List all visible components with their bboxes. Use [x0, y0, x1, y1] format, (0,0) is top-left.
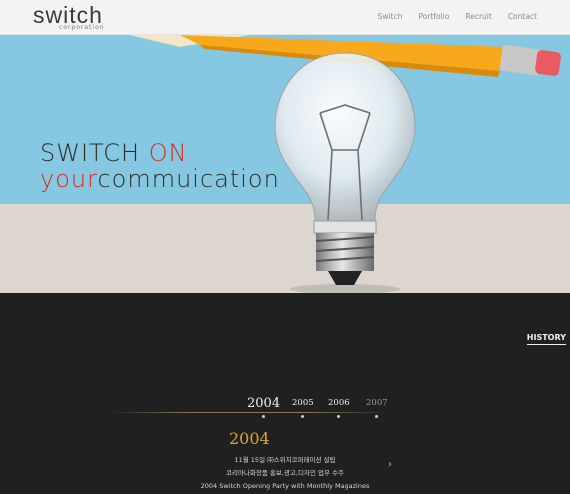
- year-label: 2006: [328, 398, 350, 408]
- nav-item-portfolio[interactable]: Portfolio: [418, 12, 449, 21]
- history-events: 11월 15일 ㈜스위치코퍼레이션 설립 코리아나화장품 홍보,광고,디자인 업…: [0, 454, 570, 493]
- timeline-year-2004[interactable]: 2004: [247, 396, 281, 418]
- tagline-communication: commuication: [97, 165, 280, 193]
- tagline-switch: SWITCH: [40, 139, 149, 167]
- timeline-dot: [262, 415, 266, 418]
- timeline-dot: [375, 415, 379, 418]
- nav-item-contact[interactable]: Contact: [508, 12, 537, 21]
- hero-banner: SWITCH ON yourcommuication: [0, 35, 570, 293]
- nav-item-switch[interactable]: Switch: [378, 12, 403, 21]
- site-header: switch corporation Switch Portfolio Recr…: [0, 0, 570, 35]
- main-nav: Switch Portfolio Recruit Contact: [378, 12, 537, 21]
- timeline-line: [108, 412, 390, 413]
- year-label: 2005: [292, 398, 314, 408]
- tagline-your: your: [40, 165, 98, 193]
- tagline-on: ON: [148, 139, 188, 167]
- history-label: HISTORY: [526, 333, 566, 345]
- history-section: HISTORY 2004 2005 2006 2007 2004 11월 15일…: [0, 293, 570, 494]
- nav-item-recruit[interactable]: Recruit: [465, 12, 491, 21]
- lightbulb-image: [274, 52, 416, 293]
- selected-year: 2004: [229, 429, 270, 448]
- timeline-year-2006[interactable]: 2006: [328, 398, 350, 418]
- event-item: 2004 Switch Opening Party with Monthly M…: [200, 482, 370, 490]
- event-item: 코리아나화장품 홍보,광고,디자인 업무 수주: [226, 469, 344, 477]
- tagline-line-2: yourcommuication: [40, 166, 280, 192]
- tagline-line-1: SWITCH ON: [40, 140, 280, 166]
- next-arrow-icon[interactable]: ›: [388, 459, 392, 470]
- logo-subtext: corporation: [59, 24, 105, 31]
- year-label: 2004: [247, 396, 281, 411]
- year-label: 2007: [366, 398, 388, 408]
- logo[interactable]: switch corporation: [33, 2, 123, 34]
- hero-tagline: SWITCH ON yourcommuication: [40, 140, 280, 192]
- timeline-year-2007[interactable]: 2007: [366, 398, 388, 418]
- history-timeline: 2004 2005 2006 2007: [0, 389, 570, 419]
- timeline-dot: [301, 415, 305, 418]
- timeline-year-2005[interactable]: 2005: [292, 398, 314, 418]
- timeline-dot: [337, 415, 341, 418]
- event-item: 11월 15일 ㈜스위치코퍼레이션 설립: [234, 456, 336, 464]
